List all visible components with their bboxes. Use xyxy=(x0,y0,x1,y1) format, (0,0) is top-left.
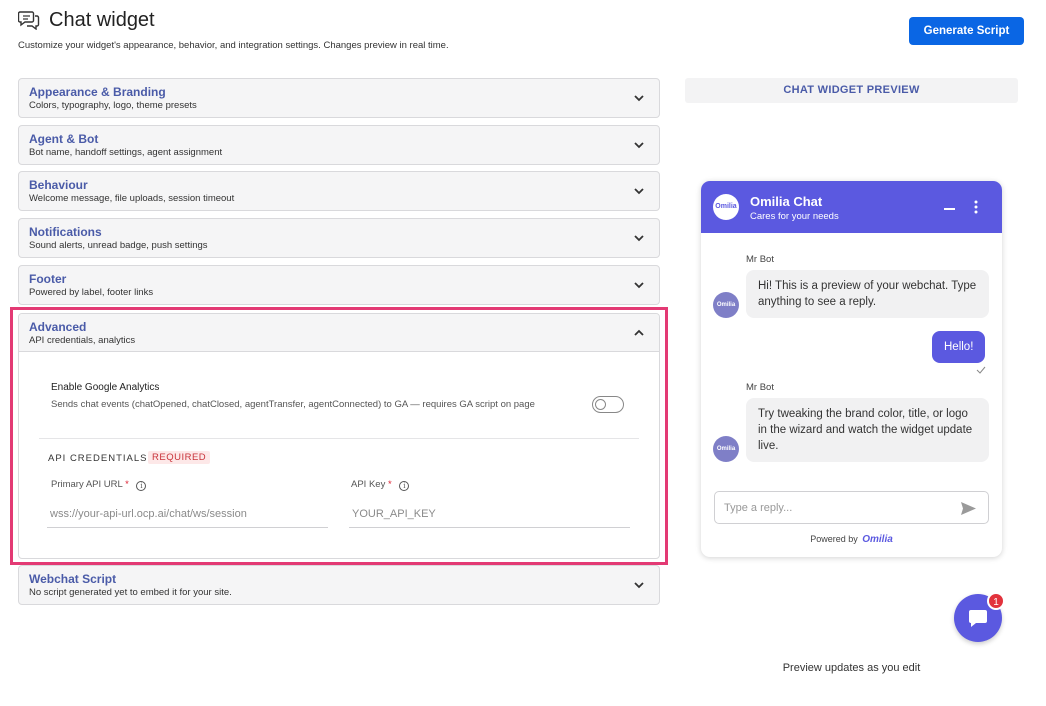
section-description: Colors, typography, logo, theme presets xyxy=(29,100,197,111)
section-title: Notifications xyxy=(29,225,102,239)
chat-subtitle: Cares for your needs xyxy=(750,211,839,222)
section-title: Appearance & Branding xyxy=(29,85,166,99)
section-description: Bot name, handoff settings, agent assign… xyxy=(29,147,223,158)
info-icon[interactable]: i xyxy=(399,481,410,491)
api-key-input[interactable] xyxy=(349,500,630,528)
section-description: Welcome message, file uploads, session t… xyxy=(29,193,235,204)
section-agent-bot[interactable]: Agent & Bot Bot name, handoff settings, … xyxy=(18,125,660,165)
chat-title: Omilia Chat xyxy=(750,194,823,209)
required-asterisk: * xyxy=(387,479,392,490)
section-description: Powered by label, footer links xyxy=(29,287,154,298)
api-credentials-title: API CREDENTIALS xyxy=(48,453,148,464)
section-title: Agent & Bot xyxy=(29,132,99,146)
chevron-down-icon[interactable] xyxy=(633,92,645,104)
section-description: Sound alerts, unread badge, push setting… xyxy=(29,240,208,251)
bot-avatar: Omilia xyxy=(713,436,739,462)
section-notifications[interactable]: Notifications Sound alerts, unread badge… xyxy=(18,218,660,258)
section-advanced-header[interactable]: Advanced API credentials, analytics xyxy=(19,314,659,352)
required-badge: REQUIRED xyxy=(148,451,211,464)
chat-widget-preview-label: CHAT WIDGET PREVIEW xyxy=(685,78,1018,103)
chevron-down-icon[interactable] xyxy=(633,232,645,244)
chat-header: Omilia Omilia Chat Cares for your needs xyxy=(701,181,1002,233)
bot-avatar: Omilia xyxy=(713,292,739,318)
chevron-up-icon[interactable] xyxy=(633,327,645,339)
brand-logo: Omilia xyxy=(713,194,739,220)
section-behaviour[interactable]: Behaviour Welcome message, file uploads,… xyxy=(18,171,660,211)
minimize-icon[interactable] xyxy=(944,208,955,210)
reply-input[interactable] xyxy=(724,492,944,523)
reply-box xyxy=(714,491,989,524)
section-advanced: Advanced API credentials, analytics Enab… xyxy=(18,313,660,559)
section-description: No script generated yet to embed it for … xyxy=(29,587,232,598)
section-title: Behaviour xyxy=(29,178,88,192)
primary-api-url-label-text: Primary API URL xyxy=(51,479,123,490)
powered-by-text: Powered by xyxy=(810,534,858,544)
section-appearance-branding[interactable]: Appearance & Branding Colors, typography… xyxy=(18,78,660,118)
bot-message: Try tweaking the brand color, title, or … xyxy=(746,398,989,462)
primary-api-url-label: Primary API URL * i xyxy=(51,479,147,491)
bot-message: Hi! This is a preview of your webchat. T… xyxy=(746,270,989,318)
info-icon[interactable]: i xyxy=(136,481,147,491)
section-webchat-script[interactable]: Webchat Script No script generated yet t… xyxy=(18,565,660,605)
chevron-down-icon[interactable] xyxy=(633,185,645,197)
primary-api-url-input[interactable] xyxy=(47,500,328,528)
section-title: Advanced xyxy=(29,320,87,334)
generate-script-button[interactable]: Generate Script xyxy=(909,17,1024,45)
section-description: API credentials, analytics xyxy=(29,335,136,346)
preview-footer-text: Preview updates as you edit xyxy=(782,662,921,674)
send-icon[interactable] xyxy=(960,501,977,516)
api-key-label: API Key * i xyxy=(351,479,410,491)
page-title: Chat widget xyxy=(49,9,155,31)
api-key-label-text: API Key xyxy=(351,479,386,490)
chat-bubbles-icon xyxy=(18,11,40,30)
message-sender: Mr Bot xyxy=(746,254,774,265)
chat-widget-preview: Omilia Omilia Chat Cares for your needs … xyxy=(701,181,1002,557)
google-analytics-toggle[interactable] xyxy=(592,396,624,413)
more-vertical-icon[interactable] xyxy=(969,199,983,215)
google-analytics-description: Sends chat events (chatOpened, chatClose… xyxy=(51,399,535,410)
check-icon xyxy=(976,366,986,374)
chevron-down-icon[interactable] xyxy=(633,139,645,151)
section-footer[interactable]: Footer Powered by label, footer links xyxy=(18,265,660,305)
powered-by: Powered by Omilia xyxy=(701,534,1002,545)
unread-badge: 1 xyxy=(987,592,1005,610)
page-subtitle: Customize your widget's appearance, beha… xyxy=(18,40,449,51)
chevron-down-icon[interactable] xyxy=(633,579,645,591)
toggle-knob xyxy=(595,399,606,410)
message-sender: Mr Bot xyxy=(746,382,774,393)
required-asterisk: * xyxy=(125,479,129,490)
chevron-down-icon[interactable] xyxy=(633,279,645,291)
chat-bubble-icon xyxy=(969,610,987,627)
user-message: Hello! xyxy=(932,331,986,363)
section-title: Footer xyxy=(29,272,67,286)
section-title: Webchat Script xyxy=(29,572,117,586)
chat-widget-settings-page: Chat widget Customize your widget's appe… xyxy=(0,0,1046,706)
powered-by-brand: Omilia xyxy=(862,534,893,545)
divider xyxy=(39,438,639,439)
google-analytics-title: Enable Google Analytics xyxy=(51,382,160,393)
